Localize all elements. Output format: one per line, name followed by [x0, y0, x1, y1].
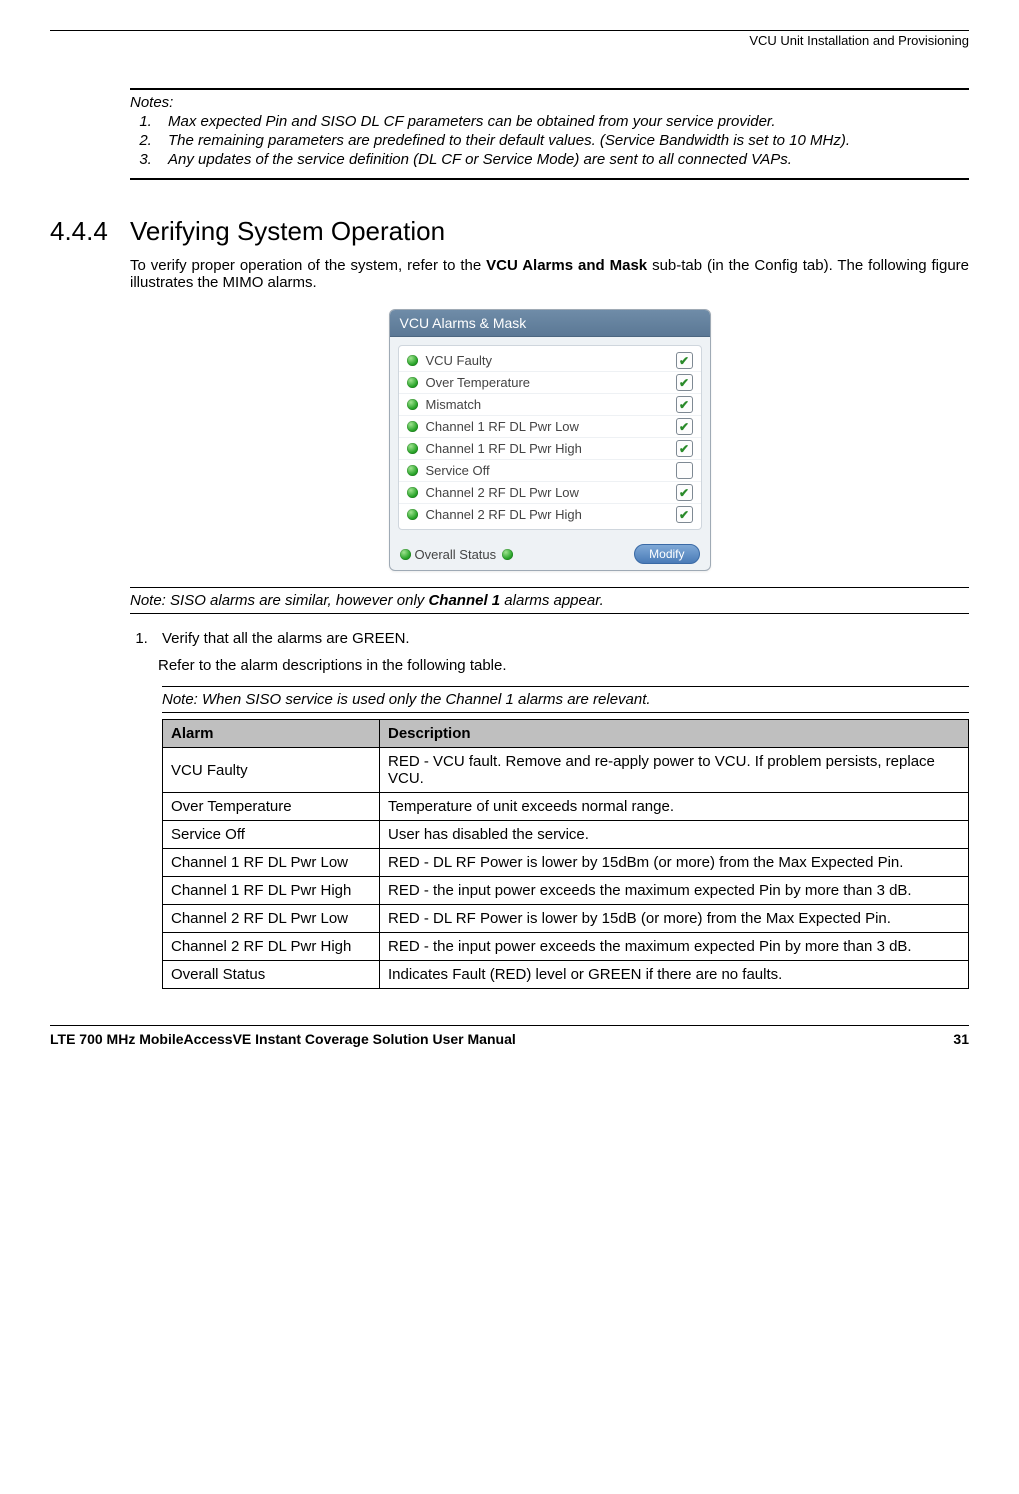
step-list: Verify that all the alarms are GREEN. — [130, 630, 969, 647]
status-dot-icon — [407, 465, 418, 476]
modify-button[interactable]: Modify — [634, 544, 699, 564]
table-cell: User has disabled the service. — [380, 821, 969, 849]
step-sub: Refer to the alarm descriptions in the f… — [158, 657, 969, 674]
alarm-label: Channel 1 RF DL Pwr Low — [426, 419, 676, 434]
table-cell: RED - DL RF Power is lower by 15dB (or m… — [380, 905, 969, 933]
notes-box: Notes: Max expected Pin and SISO DL CF p… — [130, 88, 969, 180]
status-dot-icon — [407, 399, 418, 410]
status-dot-icon — [407, 509, 418, 520]
table-row: VCU FaultyRED - VCU fault. Remove and re… — [163, 748, 969, 793]
alarms-panel: VCU Alarms & Mask VCU Faulty✔Over Temper… — [389, 309, 711, 571]
table-cell: Channel 2 RF DL Pwr High — [163, 933, 380, 961]
intro-pre: To verify proper operation of the system… — [130, 257, 486, 274]
alarm-label: Mismatch — [426, 397, 676, 412]
table-cell: Overall Status — [163, 961, 380, 989]
table-row: Overall StatusIndicates Fault (RED) leve… — [163, 961, 969, 989]
mask-checkbox[interactable]: ✔ — [676, 396, 693, 413]
status-dot-icon — [407, 487, 418, 498]
table-cell: RED - the input power exceeds the maximu… — [380, 933, 969, 961]
mask-checkbox[interactable]: ✔ — [676, 506, 693, 523]
status-dot-icon — [400, 549, 411, 560]
note1-pre: Note: SISO alarms are similar, however o… — [130, 592, 428, 609]
table-row: Channel 2 RF DL Pwr HighRED - the input … — [163, 933, 969, 961]
step-item: Verify that all the alarms are GREEN. — [152, 630, 969, 647]
section-number: 4.4.4 — [50, 216, 130, 247]
table-cell: RED - DL RF Power is lower by 15dBm (or … — [380, 849, 969, 877]
mask-checkbox[interactable]: ✔ — [676, 484, 693, 501]
notes-item: Max expected Pin and SISO DL CF paramete… — [156, 113, 969, 130]
alarm-row: Over Temperature✔ — [399, 371, 701, 393]
table-cell: Temperature of unit exceeds normal range… — [380, 793, 969, 821]
intro-paragraph: To verify proper operation of the system… — [130, 257, 969, 291]
mask-checkbox[interactable]: ✔ — [676, 440, 693, 457]
table-cell: RED - VCU fault. Remove and re-apply pow… — [380, 748, 969, 793]
table-cell: Channel 1 RF DL Pwr High — [163, 877, 380, 905]
table-cell: Channel 2 RF DL Pwr Low — [163, 905, 380, 933]
alarm-label: Channel 2 RF DL Pwr Low — [426, 485, 676, 500]
table-row: Channel 1 RF DL Pwr LowRED - DL RF Power… — [163, 849, 969, 877]
notes-title: Notes: — [130, 94, 969, 111]
alarm-row: Service Off✔ — [399, 459, 701, 481]
note1-bold: Channel 1 — [428, 592, 500, 609]
table-cell: Indicates Fault (RED) level or GREEN if … — [380, 961, 969, 989]
section-title: Verifying System Operation — [130, 216, 445, 247]
alarm-label: Service Off — [426, 463, 676, 478]
alarm-row: Channel 1 RF DL Pwr High✔ — [399, 437, 701, 459]
status-dot-icon — [407, 355, 418, 366]
note-channel1: Note: When SISO service is used only the… — [162, 686, 969, 713]
status-dot-icon — [407, 421, 418, 432]
status-dot-icon — [407, 377, 418, 388]
notes-item: Any updates of the service definition (D… — [156, 151, 969, 168]
alarm-row: Channel 2 RF DL Pwr Low✔ — [399, 481, 701, 503]
table-row: Channel 2 RF DL Pwr LowRED - DL RF Power… — [163, 905, 969, 933]
table-header: Description — [380, 720, 969, 748]
table-cell: Service Off — [163, 821, 380, 849]
intro-bold: VCU Alarms and Mask — [486, 257, 647, 274]
table-cell: VCU Faulty — [163, 748, 380, 793]
table-cell: Over Temperature — [163, 793, 380, 821]
note-siso: Note: SISO alarms are similar, however o… — [130, 587, 969, 614]
notes-list: Max expected Pin and SISO DL CF paramete… — [130, 113, 969, 168]
table-row: Service OffUser has disabled the service… — [163, 821, 969, 849]
alarm-label: Over Temperature — [426, 375, 676, 390]
table-header: Alarm — [163, 720, 380, 748]
alarm-label: VCU Faulty — [426, 353, 676, 368]
table-row: Channel 1 RF DL Pwr HighRED - the input … — [163, 877, 969, 905]
alarm-row: Channel 1 RF DL Pwr Low✔ — [399, 415, 701, 437]
overall-status-label: Overall Status — [415, 547, 497, 562]
alarm-row: Mismatch✔ — [399, 393, 701, 415]
alarm-row: Channel 2 RF DL Pwr High✔ — [399, 503, 701, 525]
status-dot-icon — [502, 549, 513, 560]
alarm-label: Channel 2 RF DL Pwr High — [426, 507, 676, 522]
alarm-table: Alarm Description VCU FaultyRED - VCU fa… — [162, 719, 969, 989]
header-right: VCU Unit Installation and Provisioning — [50, 33, 969, 48]
notes-item: The remaining parameters are predefined … — [156, 132, 969, 149]
mask-checkbox[interactable]: ✔ — [676, 462, 693, 479]
mask-checkbox[interactable]: ✔ — [676, 418, 693, 435]
panel-title: VCU Alarms & Mask — [390, 310, 710, 337]
alarm-row: VCU Faulty✔ — [399, 350, 701, 371]
mask-checkbox[interactable]: ✔ — [676, 352, 693, 369]
page-number: 31 — [953, 1031, 969, 1047]
footer-left: LTE 700 MHz MobileAccessVE Instant Cover… — [50, 1031, 516, 1047]
mask-checkbox[interactable]: ✔ — [676, 374, 693, 391]
note1-post: alarms appear. — [500, 592, 604, 609]
table-cell: Channel 1 RF DL Pwr Low — [163, 849, 380, 877]
table-cell: RED - the input power exceeds the maximu… — [380, 877, 969, 905]
table-row: Over TemperatureTemperature of unit exce… — [163, 793, 969, 821]
status-dot-icon — [407, 443, 418, 454]
alarm-label: Channel 1 RF DL Pwr High — [426, 441, 676, 456]
